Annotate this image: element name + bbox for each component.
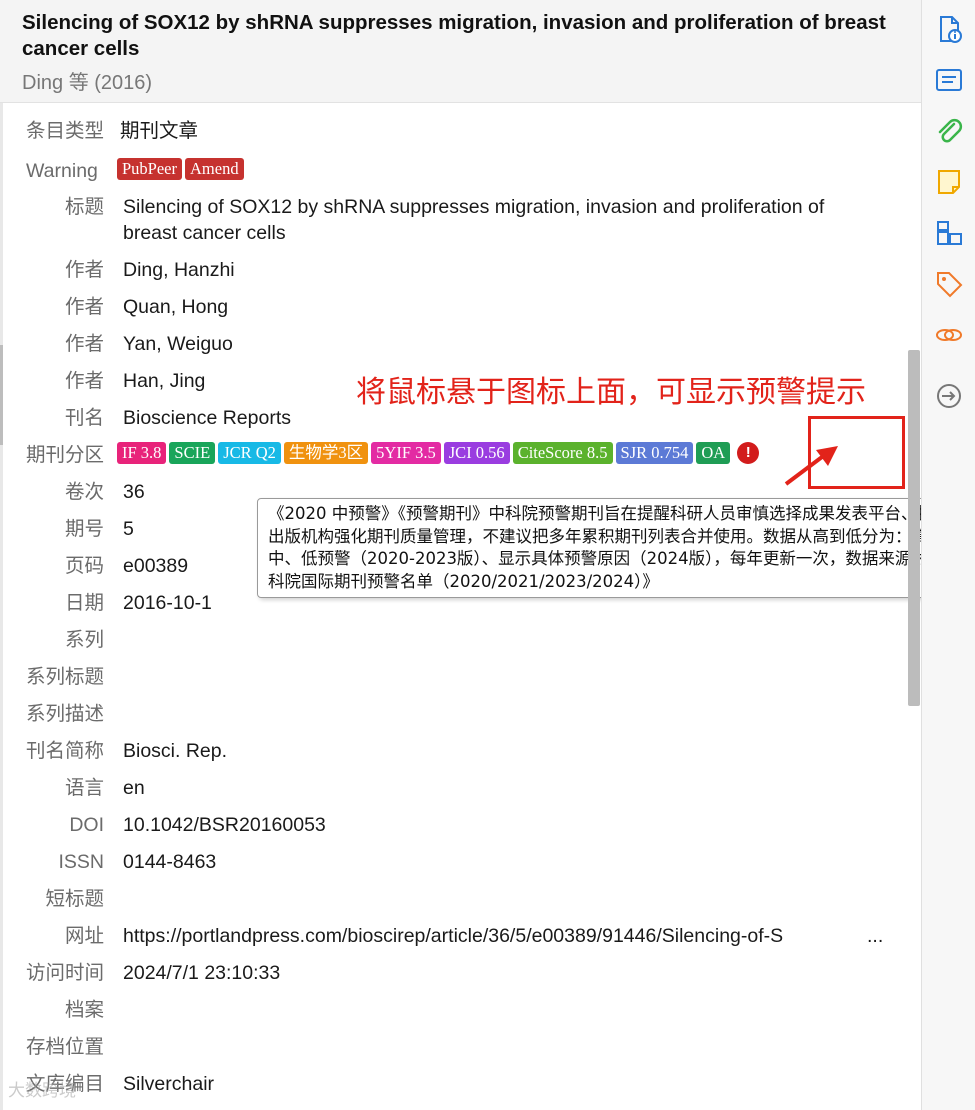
label-item-type: 条目类型 <box>26 120 105 142</box>
label-journal-abbr: 刊名简称 <box>25 740 104 762</box>
warning-badge[interactable]: Amend <box>185 158 244 180</box>
label-author: 作者 <box>64 296 104 318</box>
label-journal-rank: 期刊分区 <box>26 444 105 466</box>
journal-rank-badge[interactable]: 生物学3区 <box>283 442 369 464</box>
label-author: 作者 <box>64 333 104 355</box>
annotation-text: 将鼠标悬于图标上面，可显示预警提示 <box>356 375 866 410</box>
label-warning: Warning <box>26 160 98 182</box>
label-publication: 刊名 <box>64 407 104 429</box>
journal-rank-badge[interactable]: CiteScore 8.5 <box>512 442 613 464</box>
notes-icon[interactable] <box>934 167 964 197</box>
locate-icon[interactable] <box>934 381 964 411</box>
label-series-title: 系列标题 <box>25 666 104 688</box>
label-issue: 期号 <box>64 518 104 540</box>
value-author[interactable]: Yan, Weiguo <box>123 331 863 357</box>
journal-rank-badge[interactable]: 5YIF 3.5 <box>371 442 441 464</box>
label-author: 作者 <box>64 259 104 281</box>
value-accessed[interactable]: 2024/7/1 23:10:33 <box>123 960 863 986</box>
journal-rank-badge[interactable]: OA <box>696 442 731 464</box>
value-author[interactable]: Ding, Hanzhi <box>123 257 863 283</box>
journal-rank-badges: IF 3.8 SCIE JCR Q2 生物学3区 5YIF 3.5 JCI 0.56 Cit… <box>117 442 760 464</box>
value-item-type[interactable]: 期刊文章 <box>120 118 860 144</box>
tags-icon[interactable] <box>934 269 964 299</box>
libraries-collections-icon[interactable] <box>934 218 964 248</box>
item-title-heading: Silencing of SOX12 by shRNA suppresses m… <box>22 11 886 60</box>
warning-badges: PubPeer Amend <box>117 158 244 180</box>
label-author: 作者 <box>64 370 104 392</box>
url-more[interactable]: ... <box>867 923 883 949</box>
label-accessed: 访问时间 <box>25 962 104 984</box>
abstract-icon[interactable] <box>934 65 964 95</box>
value-issn[interactable]: 0144-8463 <box>123 849 863 875</box>
warning-badge[interactable]: PubPeer <box>117 158 182 180</box>
value-language[interactable]: en <box>123 775 863 801</box>
info-icon[interactable] <box>934 14 964 44</box>
value-url[interactable]: https://portlandpress.com/bioscirep/arti… <box>123 923 865 949</box>
warning-tooltip: 《2020 中预警》《预警期刊》中科院预警期刊旨在提醒科研人员审慎选择成果发表平… <box>257 498 973 598</box>
annotation-arrow-icon <box>784 446 838 486</box>
item-header: Silencing of SOX12 by shRNA suppresses m… <box>0 0 921 103</box>
journal-rank-badge[interactable]: JCI 0.56 <box>443 442 510 464</box>
related-icon[interactable] <box>934 320 964 350</box>
journal-rank-badge[interactable]: SJR 0.754 <box>615 442 694 464</box>
label-url: 网址 <box>64 925 104 947</box>
attachments-icon[interactable] <box>934 116 964 146</box>
label-archive-location: 存档位置 <box>25 1036 104 1058</box>
label-pages: 页码 <box>64 555 104 577</box>
item-creator-year: Ding 等 (2016) <box>22 72 153 94</box>
value-doi[interactable]: 10.1042/BSR20160053 <box>123 812 863 838</box>
journal-rank-badge[interactable]: JCR Q2 <box>218 442 281 464</box>
journal-rank-badge[interactable]: SCIE <box>169 442 216 464</box>
label-date: 日期 <box>64 592 104 614</box>
pane-splitter-grip[interactable] <box>0 345 3 445</box>
label-language: 语言 <box>64 777 104 799</box>
label-volume: 卷次 <box>64 481 104 503</box>
label-issn: ISSN <box>58 851 104 873</box>
label-title: 标题 <box>64 196 104 218</box>
label-doi: DOI <box>69 814 104 836</box>
exclamation-circle-icon[interactable]: ! <box>737 442 760 464</box>
value-library-catalog[interactable]: Silverchair <box>123 1071 863 1097</box>
pane-splitter[interactable] <box>0 103 3 1110</box>
value-journal-abbr[interactable]: Biosci. Rep. <box>123 738 863 764</box>
item-pane-sidenav <box>921 0 975 1110</box>
label-series-text: 系列描述 <box>25 703 104 725</box>
watermark: 大数跨境 <box>8 1081 76 1100</box>
journal-rank-badge[interactable]: IF 3.8 <box>117 442 167 464</box>
label-archive: 档案 <box>64 999 104 1021</box>
value-author[interactable]: Quan, Hong <box>123 294 863 320</box>
row-title: 标题 Silencing of SOX12 by shRNA suppresse… <box>0 194 900 246</box>
label-series: 系列 <box>64 629 104 651</box>
scrollbar-thumb[interactable] <box>908 350 920 706</box>
label-short-title: 短标题 <box>45 888 104 910</box>
value-title[interactable]: Silencing of SOX12 by shRNA suppresses m… <box>123 194 863 246</box>
